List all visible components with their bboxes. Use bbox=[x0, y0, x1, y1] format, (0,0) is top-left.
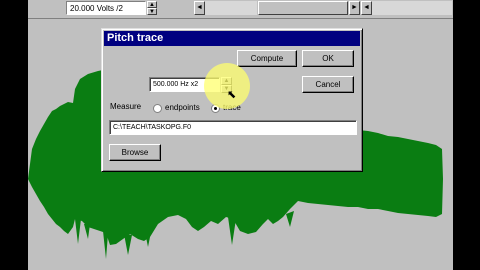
scroll-thumb-2[interactable] bbox=[258, 1, 348, 15]
measure-label: Measure bbox=[110, 102, 142, 111]
file-path-field[interactable]: C:\TEACH\TASKOPG.F0 bbox=[109, 120, 357, 135]
ok-button[interactable]: OK bbox=[302, 50, 354, 67]
toolbar: 20.000 Volts /2 ▲ ▼ ◄ ► ◄ bbox=[28, 0, 453, 19]
radio-trace-selected-dot bbox=[214, 107, 217, 110]
radio-endpoints-label: endpoints bbox=[165, 103, 200, 112]
mouse-cursor-icon: ⬉ bbox=[227, 89, 237, 101]
dialog-title: Pitch trace bbox=[104, 31, 360, 46]
cursor-highlight-circle bbox=[204, 63, 250, 109]
compute-button[interactable]: Compute bbox=[237, 50, 297, 67]
black-border-right bbox=[453, 0, 480, 270]
scroll-left-arrow-3[interactable]: ◄ bbox=[361, 1, 372, 15]
scroll-track-1[interactable] bbox=[205, 1, 257, 15]
scroll-left-arrow-1[interactable]: ◄ bbox=[194, 1, 205, 15]
application-window: 20.000 Volts /2 ▲ ▼ ◄ ► ◄ Pitch trace Co… bbox=[28, 0, 453, 270]
scroll-track-3[interactable] bbox=[372, 1, 452, 15]
browse-button[interactable]: Browse bbox=[109, 144, 161, 161]
black-border-left bbox=[0, 0, 28, 270]
radio-endpoints[interactable] bbox=[153, 104, 162, 113]
scroll-right-arrow-2[interactable]: ► bbox=[349, 1, 360, 15]
voltage-spin-down-button[interactable]: ▼ bbox=[147, 8, 157, 15]
voltage-scale-field[interactable]: 20.000 Volts /2 bbox=[66, 1, 146, 15]
cancel-button[interactable]: Cancel bbox=[302, 76, 354, 93]
voltage-spin-up-button[interactable]: ▲ bbox=[147, 1, 157, 8]
